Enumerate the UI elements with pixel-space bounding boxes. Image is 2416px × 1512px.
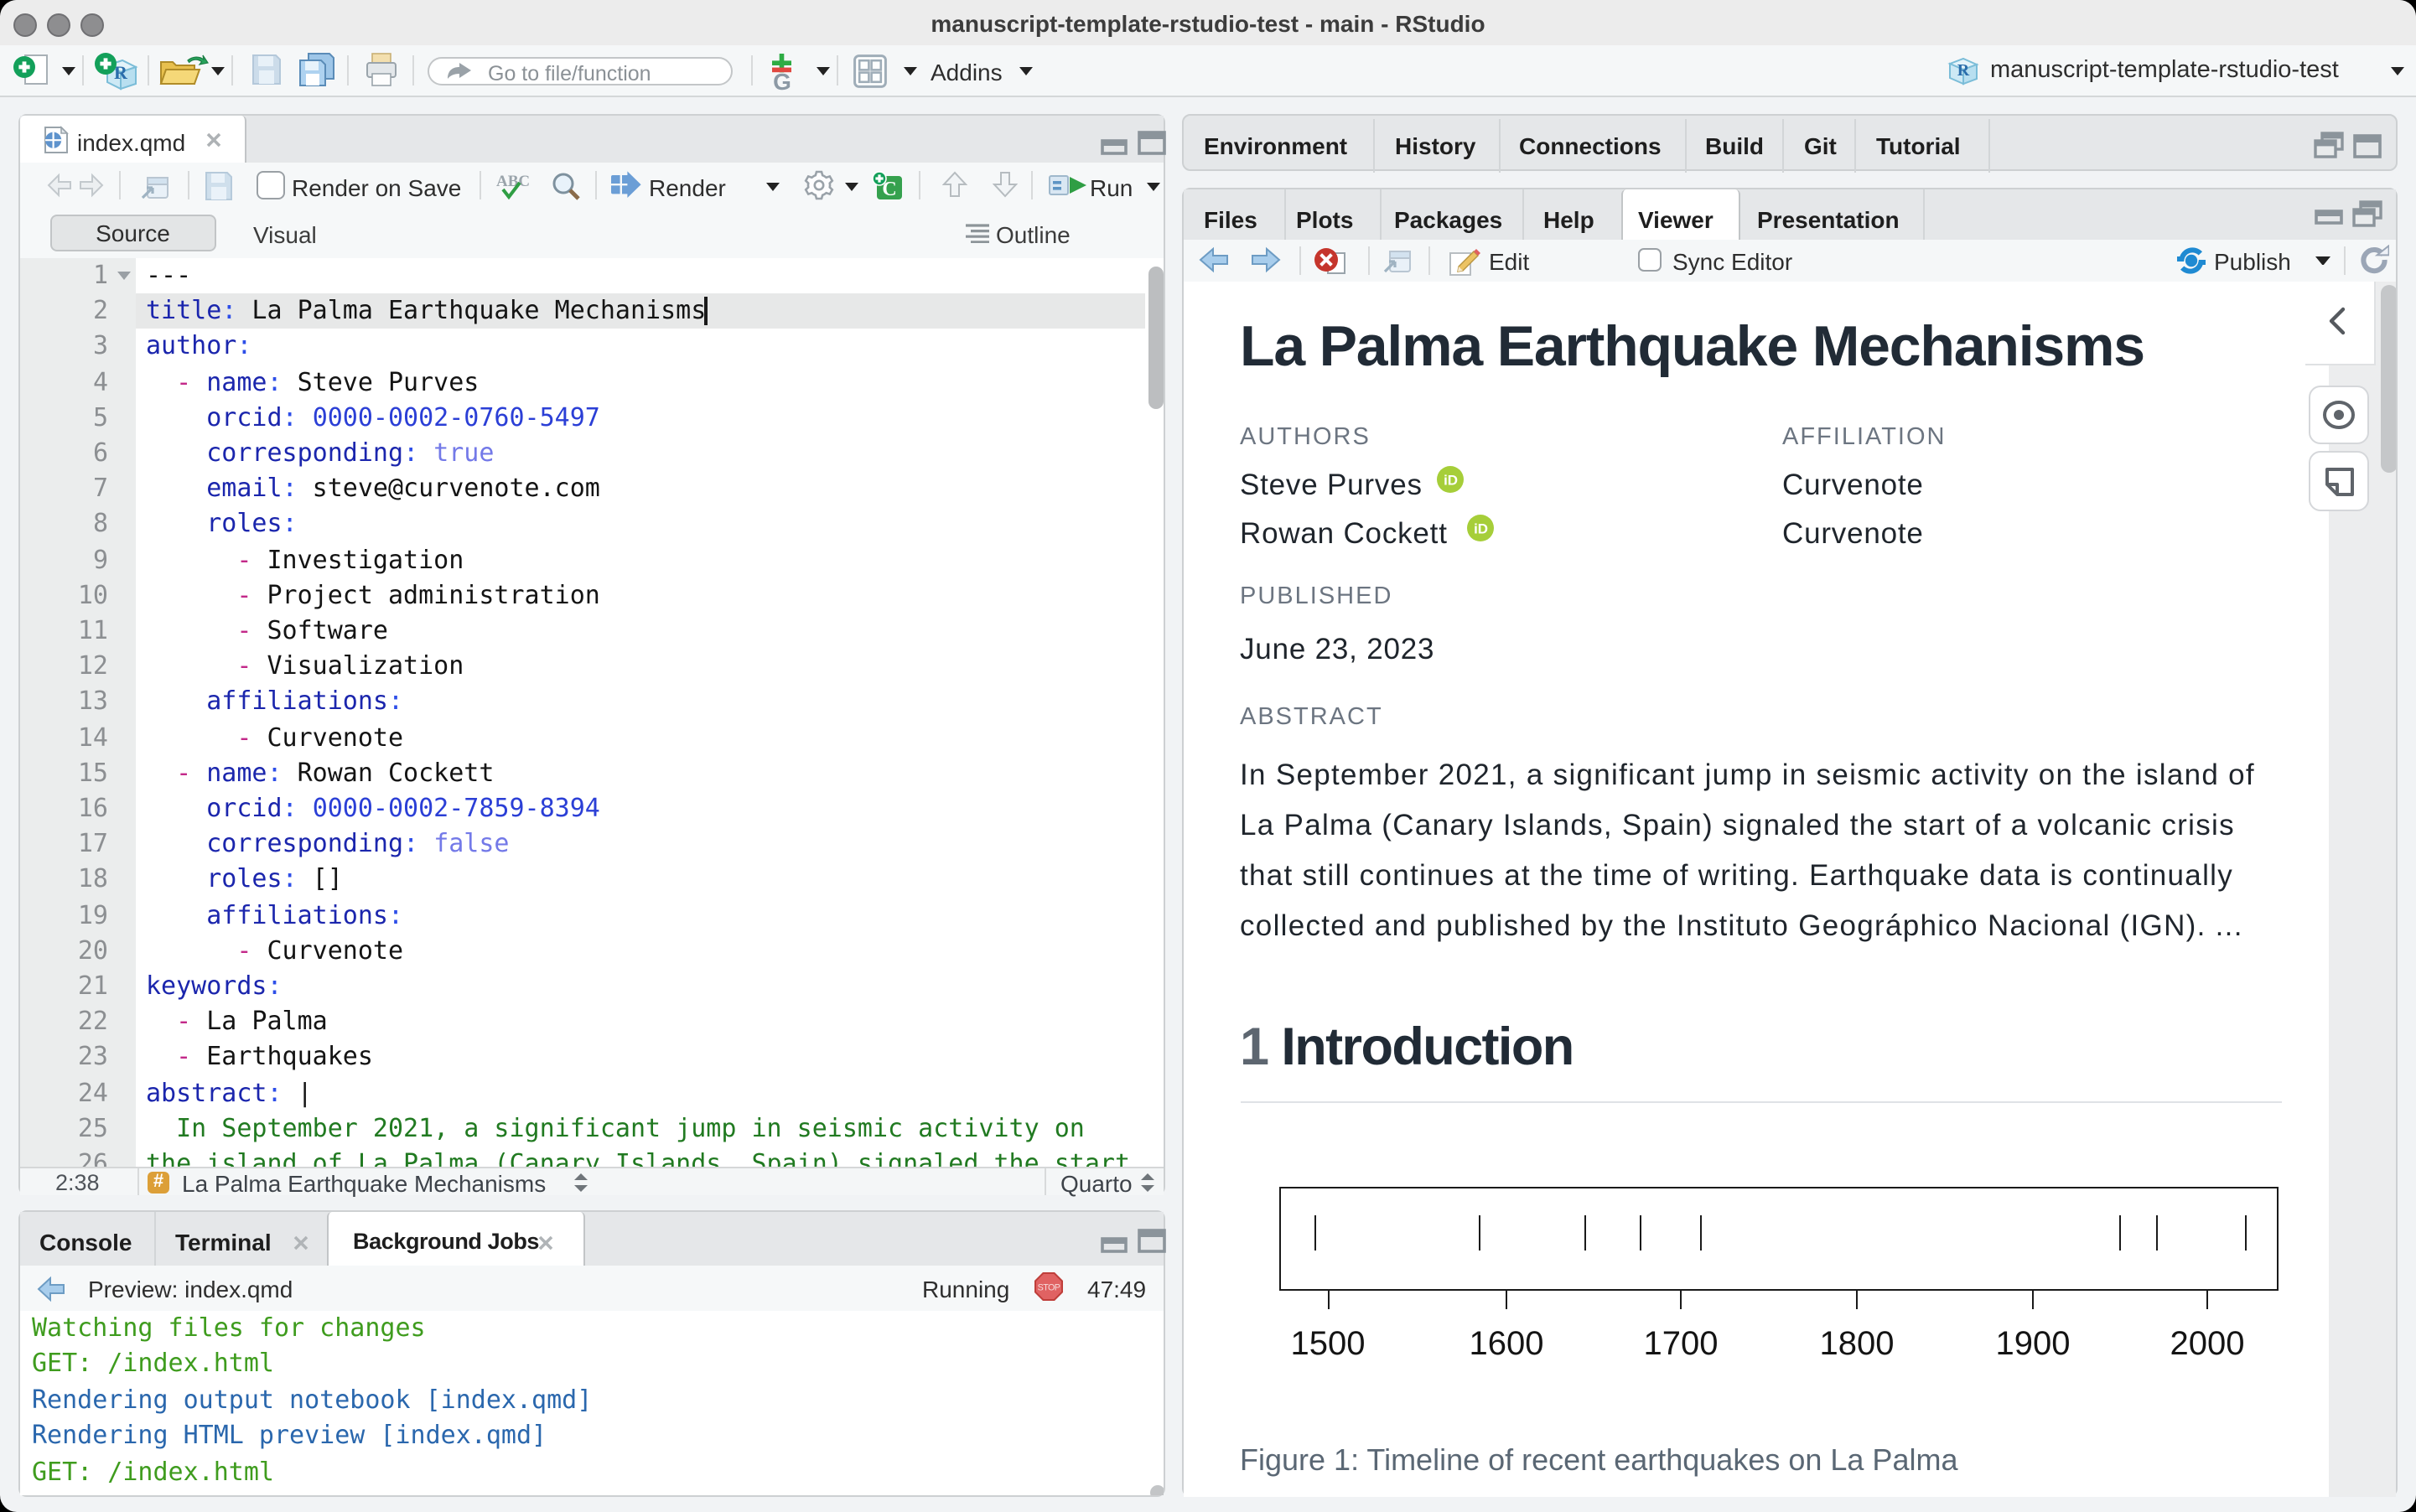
svg-text:R: R [1957, 61, 1970, 80]
svg-text:iD: iD [1444, 472, 1458, 488]
svg-text:G: G [773, 69, 791, 91]
svg-text:ABC: ABC [496, 173, 530, 190]
svg-text:iD: iD [1473, 521, 1487, 537]
svg-text:STOP: STOP [1038, 1283, 1060, 1293]
